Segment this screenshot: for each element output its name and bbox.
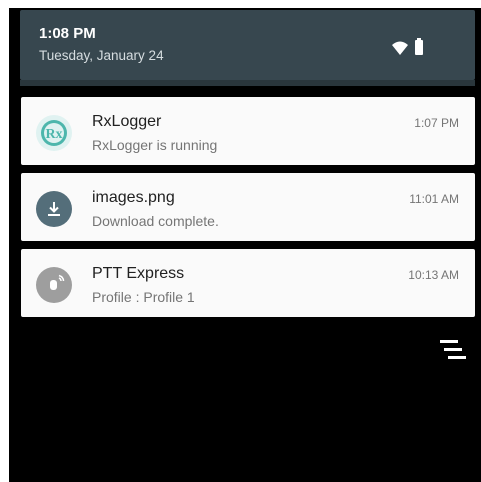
header-divider (20, 80, 475, 86)
notification-text: Profile : Profile 1 (92, 289, 195, 305)
notification-text: Download complete. (92, 213, 219, 229)
battery-icon (415, 38, 423, 55)
svg-text:Rx: Rx (45, 127, 62, 142)
status-time: 1:08 PM (39, 25, 96, 42)
wifi-icon (392, 41, 408, 55)
rxlogger-icon: Rx (36, 115, 72, 151)
notification-time: 1:07 PM (414, 116, 459, 130)
quick-settings-header[interactable]: 1:08 PM Tuesday, January 24 (20, 10, 475, 80)
notification-time: 11:01 AM (409, 192, 459, 206)
notification-ptt-express[interactable]: PTT Express Profile : Profile 1 10:13 AM (21, 249, 475, 317)
notification-time: 10:13 AM (408, 268, 459, 282)
notification-title: images.png (92, 189, 175, 206)
notification-download[interactable]: images.png Download complete. 11:01 AM (21, 173, 475, 241)
notification-title: RxLogger (92, 113, 162, 130)
ptt-express-icon (36, 267, 72, 303)
status-date: Tuesday, January 24 (39, 48, 164, 63)
notification-text: RxLogger is running (92, 137, 218, 153)
download-icon (36, 191, 72, 227)
notification-shade: 1:08 PM Tuesday, January 24 Rx RxLogger … (9, 8, 481, 482)
notification-rxlogger[interactable]: Rx RxLogger RxLogger is running 1:07 PM (21, 97, 475, 165)
notification-title: PTT Express (92, 265, 185, 282)
clear-all-icon[interactable] (440, 340, 466, 362)
